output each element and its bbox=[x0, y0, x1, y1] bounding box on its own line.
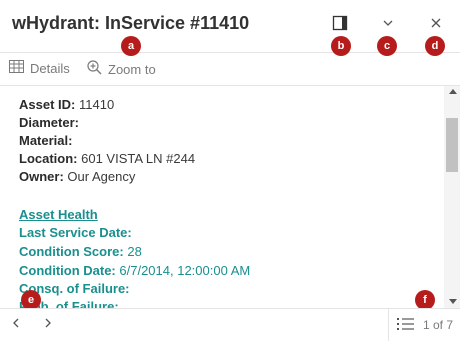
field-location: Location: 601 VISTA LN #244 bbox=[19, 151, 195, 166]
field-value: 6/7/2014, 12:00:00 AM bbox=[119, 263, 251, 278]
chevron-right-icon bbox=[43, 316, 53, 334]
field-label: Diameter: bbox=[19, 115, 79, 130]
popup-content[interactable]: Asset ID: 11410 Diameter: Material: Loca… bbox=[0, 86, 444, 308]
field-asset-id: Asset ID: 11410 bbox=[19, 97, 114, 112]
close-button[interactable] bbox=[425, 14, 447, 36]
chevron-down-icon bbox=[382, 16, 394, 34]
field-label: Asset ID: bbox=[19, 97, 76, 112]
field-material: Material: bbox=[19, 133, 72, 148]
field-condition-date: Condition Date: 6/7/2014, 12:00:00 AM bbox=[19, 263, 250, 278]
asset-health-link-label[interactable]: Asset Health bbox=[19, 207, 98, 222]
field-diameter: Diameter: bbox=[19, 115, 79, 130]
field-condition-score: Condition Score: 28 bbox=[19, 244, 142, 259]
popup-title: wHydrant: InService #11410 bbox=[12, 13, 250, 33]
field-label: Condition Score: bbox=[19, 244, 124, 259]
field-owner: Owner: Our Agency bbox=[19, 169, 135, 184]
asset-health-link[interactable]: Asset Health bbox=[19, 207, 98, 222]
field-last-service-date: Last Service Date: bbox=[19, 225, 132, 240]
details-button[interactable]: Details bbox=[9, 60, 70, 76]
field-value: 28 bbox=[127, 244, 142, 259]
previous-feature-button[interactable] bbox=[8, 317, 24, 333]
popup-header: wHydrant: InService #11410 a b c d bbox=[0, 0, 460, 56]
zoom-to-label: Zoom to bbox=[108, 61, 156, 77]
badge-e: e bbox=[21, 290, 41, 308]
list-icon bbox=[397, 317, 415, 334]
chevron-left-icon bbox=[11, 316, 21, 334]
scroll-down-arrow-icon[interactable] bbox=[449, 299, 457, 304]
badge-f: f bbox=[415, 290, 435, 308]
field-label: Last Service Date: bbox=[19, 225, 132, 240]
table-icon bbox=[9, 60, 24, 76]
field-value: 11410 bbox=[78, 97, 115, 112]
details-label: Details bbox=[30, 60, 70, 76]
field-label: Owner: bbox=[19, 169, 64, 184]
next-feature-button[interactable] bbox=[40, 317, 56, 333]
content-scrollbar[interactable] bbox=[444, 86, 460, 308]
popup-toolbar: Details Zoom to bbox=[0, 53, 460, 86]
collapse-button[interactable] bbox=[377, 14, 399, 36]
field-value: Our Agency bbox=[67, 169, 136, 184]
scroll-up-arrow-icon[interactable] bbox=[449, 89, 457, 94]
zoom-in-icon bbox=[87, 60, 102, 78]
dock-button[interactable] bbox=[329, 14, 351, 36]
close-icon bbox=[430, 16, 442, 34]
scroll-thumb[interactable] bbox=[446, 118, 458, 172]
field-label: Material: bbox=[19, 133, 73, 148]
pager-text: 1 of 7 bbox=[423, 318, 454, 332]
field-label: Condition Date: bbox=[19, 263, 116, 278]
feature-pager[interactable]: 1 of 7 bbox=[388, 309, 460, 341]
popup-footer: 1 of 7 bbox=[0, 308, 460, 341]
zoom-to-button[interactable]: Zoom to bbox=[87, 60, 156, 78]
field-value: 601 VISTA LN #244 bbox=[81, 151, 196, 166]
field-label: Location: bbox=[19, 151, 78, 166]
dock-icon bbox=[332, 15, 348, 36]
